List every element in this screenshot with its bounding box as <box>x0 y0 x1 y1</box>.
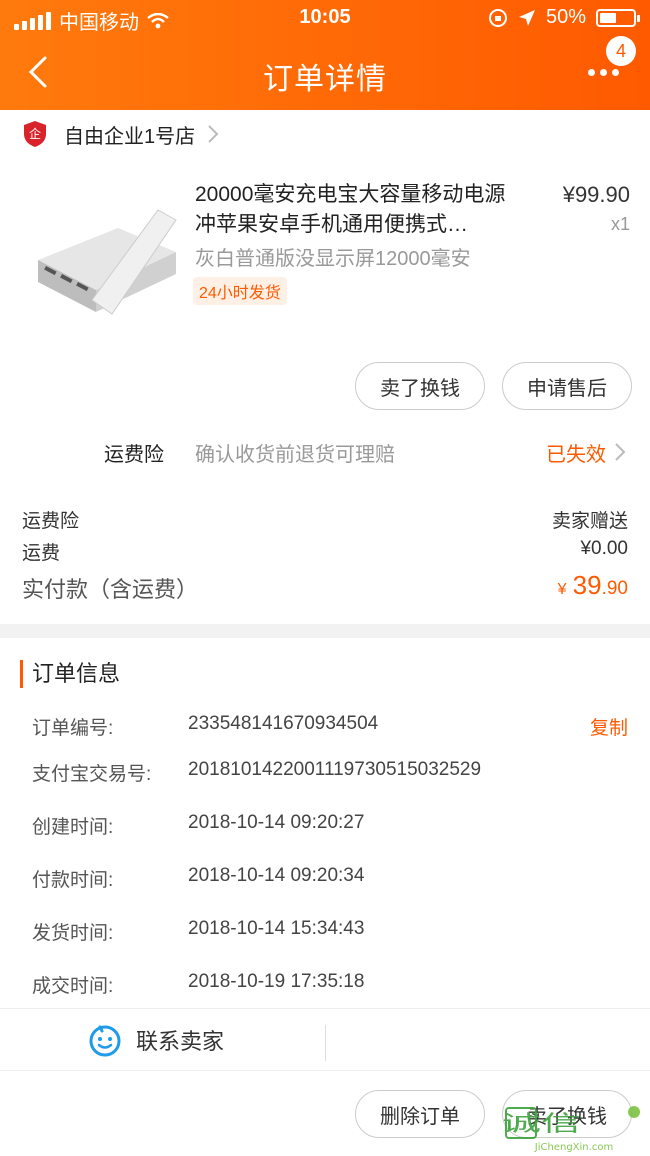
nav-bar: 订单详情 4 <box>0 36 650 106</box>
message-badge: 4 <box>606 36 636 66</box>
contact-seller-label: 联系卖家 <box>136 1029 225 1054</box>
shipping-tag: 24小时发货 <box>193 277 287 305</box>
watermark-logo: 集诚信 <box>461 1106 640 1139</box>
delete-order-button[interactable]: 删除订单 <box>355 1090 485 1138</box>
info-label: 成交时间: <box>32 976 114 997</box>
insurance-status: 已失效 <box>546 444 606 466</box>
info-value: 2018-10-14 15:34:43 <box>188 918 365 939</box>
info-label: 付款时间: <box>32 870 114 891</box>
shop-row[interactable]: 企 自由企业1号店 <box>0 110 650 158</box>
more-dot <box>612 68 619 76</box>
watermark-glyphs: 集诚信 <box>504 1112 581 1137</box>
sell-button[interactable]: 卖了换钱 <box>355 362 485 410</box>
info-value: 2018-10-14 09:20:34 <box>188 865 365 886</box>
info-row-completed: 成交时间: 2018-10-19 17:35:18 <box>32 971 628 998</box>
watermark-text: JiChengXin.com <box>534 1142 614 1153</box>
insurance-label: 运费险 <box>104 444 164 466</box>
info-value: 233548141670934504 <box>188 713 379 734</box>
location-icon <box>518 9 535 26</box>
chevron-right-icon <box>615 443 626 461</box>
after-sale-button[interactable]: 申请售后 <box>502 362 632 410</box>
info-row-shipped: 发货时间: 2018-10-14 15:34:43 <box>32 918 628 945</box>
product-image <box>38 209 177 315</box>
info-label: 订单编号: <box>32 718 114 739</box>
product-sku: 灰白普通版没显示屏12000毫安 <box>195 248 471 270</box>
info-label: 发货时间: <box>32 923 114 944</box>
header: 中国移动 10:05 50% 订单详情 4 <box>0 0 650 110</box>
copy-button[interactable]: 复制 <box>590 713 628 740</box>
info-row-paid: 付款时间: 2018-10-14 09:20:34 <box>32 865 628 892</box>
paid-decimal: .90 <box>601 578 628 599</box>
rotation-lock-icon <box>488 8 507 27</box>
product-price: ¥99.90 <box>562 182 630 207</box>
info-row-created: 创建时间: 2018-10-14 09:20:27 <box>32 812 628 839</box>
info-label: 创建时间: <box>32 817 114 838</box>
shop-icon-text: 企 <box>29 126 41 141</box>
info-value: 2018-10-19 17:35:18 <box>188 971 365 992</box>
paid-label: 实付款（含运费） <box>22 577 199 602</box>
contact-divider <box>325 1025 326 1061</box>
fee-label: 运费 <box>22 543 61 564</box>
section-divider <box>0 624 650 638</box>
page-title: 订单详情 <box>263 63 387 96</box>
watermark: 集诚信 JiChengXin.com <box>461 1104 644 1156</box>
info-value: 2018101422001119730515032529 <box>188 759 482 780</box>
battery-label: 50% <box>545 6 586 28</box>
paid-integer: 39 <box>572 570 602 600</box>
fee-value: ¥0.00 <box>580 538 628 559</box>
contact-seller-button[interactable]: 联系卖家 <box>88 1023 224 1057</box>
more-dot <box>588 68 595 76</box>
more-dot <box>600 68 607 76</box>
product-item[interactable]: 20000毫安充电宝大容量移动电源冲苹果安卓手机通用便携式… ¥99.90 x1… <box>0 170 650 330</box>
info-row-order-no: 订单编号: 233548141670934504 复制 <box>32 713 628 740</box>
insurance-desc: 确认收货前退货可理赔 <box>195 444 395 466</box>
info-value: 2018-10-14 09:20:27 <box>188 812 365 833</box>
status-bar: 中国移动 10:05 50% <box>0 0 650 36</box>
battery-fill <box>600 12 616 23</box>
fee-row-shipping: 运费 ¥0.00 <box>22 538 628 565</box>
paid-amount: ¥ 39.90 <box>558 570 628 601</box>
status-right: 50% <box>488 6 640 29</box>
battery-icon <box>596 8 640 27</box>
info-label: 支付宝交易号: <box>32 764 152 785</box>
paid-currency: ¥ <box>557 581 567 598</box>
product-title: 20000毫安充电宝大容量移动电源冲苹果安卓手机通用便携式… <box>195 183 506 236</box>
insurance-row[interactable]: 运费险 确认收货前退货可理赔 已失效 <box>0 428 650 474</box>
chat-face-icon <box>89 1025 121 1057</box>
fee-row-paid: 实付款（含运费） ¥ 39.90 <box>22 570 628 604</box>
shop-shield-icon: 企 <box>24 121 46 147</box>
fee-value: 卖家赠送 <box>551 511 628 532</box>
fee-row-insurance: 运费险 卖家赠送 <box>22 506 628 533</box>
fee-label: 运费险 <box>22 511 80 532</box>
chevron-right-icon <box>208 125 219 143</box>
product-quantity: x1 <box>610 214 630 234</box>
contact-bar: 联系卖家 <box>0 1008 650 1070</box>
info-row-alipay: 支付宝交易号: 2018101422001119730515032529 <box>32 759 628 786</box>
shop-name: 自由企业1号店 <box>64 125 196 148</box>
order-info-heading: 订单信息 <box>20 660 120 688</box>
